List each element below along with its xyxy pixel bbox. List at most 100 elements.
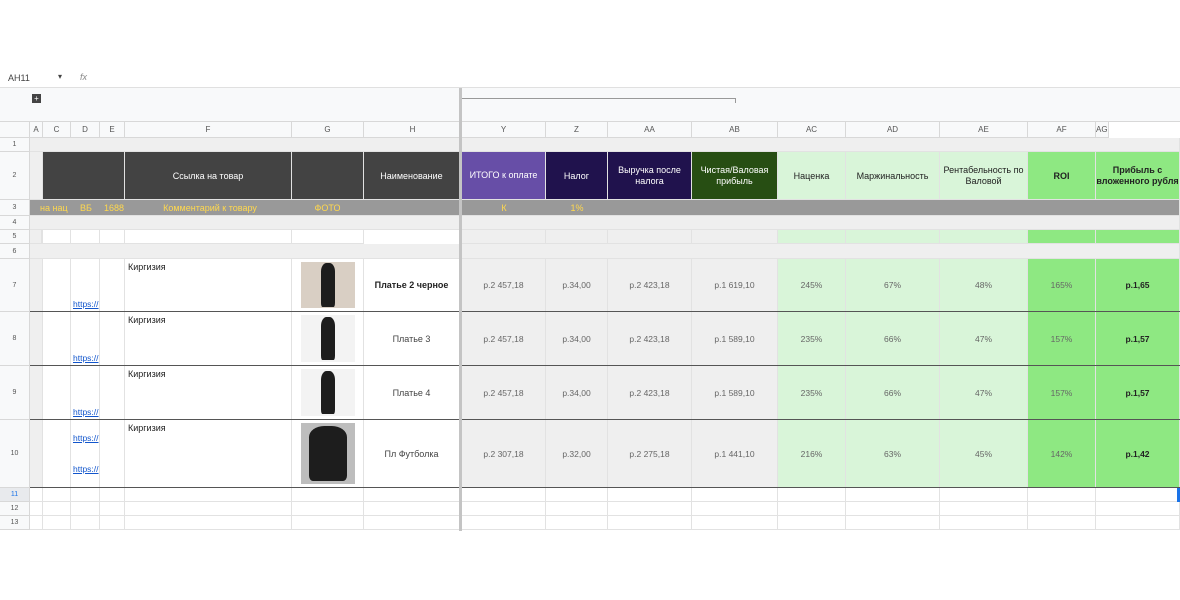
blank-cell[interactable] xyxy=(462,230,546,244)
row-number[interactable]: 6 xyxy=(0,244,30,259)
blank-cell[interactable] xyxy=(43,488,71,502)
cell-e[interactable] xyxy=(100,366,125,420)
group-bracket[interactable] xyxy=(462,98,736,103)
blank-cell[interactable] xyxy=(364,516,462,530)
column-header-c[interactable]: C xyxy=(43,122,71,138)
product-link[interactable]: https:// xyxy=(73,464,99,474)
row-number[interactable]: 12 xyxy=(0,502,30,516)
blank-cell[interactable] xyxy=(940,488,1028,502)
value-profit[interactable]: р.1 589,10 xyxy=(692,366,778,420)
value-revenue[interactable]: р.2 423,18 xyxy=(608,366,692,420)
cell-a[interactable] xyxy=(30,312,43,366)
value-total[interactable]: р.2 457,18 xyxy=(462,366,546,420)
blank-cell[interactable] xyxy=(940,502,1028,516)
blank-cell[interactable] xyxy=(30,502,43,516)
product-link[interactable]: https:// xyxy=(73,299,99,309)
column-header-e[interactable]: E xyxy=(100,122,125,138)
blank-cell[interactable] xyxy=(125,516,292,530)
value-tax[interactable]: р.34,00 xyxy=(546,312,608,366)
link-cell[interactable]: https:// xyxy=(71,366,100,420)
value-tax[interactable]: р.34,00 xyxy=(546,259,608,312)
link-cell[interactable]: https:// xyxy=(71,312,100,366)
blank-cell[interactable] xyxy=(292,502,364,516)
column-header-h[interactable]: H xyxy=(364,122,462,138)
column-header-ag[interactable]: AG xyxy=(1096,122,1109,138)
header-photo[interactable] xyxy=(292,152,364,200)
blank-cell[interactable] xyxy=(546,502,608,516)
value-revenue[interactable]: р.2 423,18 xyxy=(608,312,692,366)
comment-cell[interactable]: Киргизия xyxy=(125,259,292,312)
column-header-ad[interactable]: AD xyxy=(846,122,940,138)
blank-cell[interactable] xyxy=(71,230,100,244)
cell-e[interactable] xyxy=(100,312,125,366)
header-profitability[interactable]: Рентабельность по Валовой xyxy=(940,152,1028,200)
value-revenue[interactable]: р.2 275,18 xyxy=(608,420,692,488)
row3-nac[interactable]: на нац xyxy=(34,200,74,216)
comment-cell[interactable]: Киргизия xyxy=(125,312,292,366)
value-ppr[interactable]: р.1,42 xyxy=(1096,420,1180,488)
cell-a[interactable] xyxy=(30,420,43,488)
blank-cell[interactable] xyxy=(546,516,608,530)
column-header-y[interactable]: Y xyxy=(462,122,546,138)
cell-c[interactable] xyxy=(43,312,71,366)
blank-cell[interactable] xyxy=(1028,488,1096,502)
column-header-ae[interactable]: AE xyxy=(940,122,1028,138)
blank-cell[interactable] xyxy=(462,502,546,516)
blank-cell[interactable] xyxy=(71,488,100,502)
value-margin[interactable]: 66% xyxy=(846,312,940,366)
product-link[interactable]: https:// xyxy=(73,353,99,363)
header-profit-per-ruble[interactable]: Прибыль с вложенного рубля xyxy=(1096,152,1180,200)
freeze-divider[interactable] xyxy=(459,88,462,531)
blank-cell[interactable] xyxy=(778,502,846,516)
header-blank[interactable] xyxy=(43,152,125,200)
row3-wb[interactable]: ВБ xyxy=(77,200,95,216)
value-profitability[interactable]: 45% xyxy=(940,420,1028,488)
value-profit[interactable]: р.1 441,10 xyxy=(692,420,778,488)
column-header-ac[interactable]: AC xyxy=(778,122,846,138)
blank-cell[interactable] xyxy=(692,516,778,530)
value-roi[interactable]: 157% xyxy=(1028,366,1096,420)
blank-cell[interactable] xyxy=(546,230,608,244)
cell-c[interactable] xyxy=(43,366,71,420)
row-number[interactable]: 10 xyxy=(0,420,30,488)
blank-cell[interactable] xyxy=(846,230,940,244)
blank-cell[interactable] xyxy=(1096,488,1180,502)
column-header-g[interactable]: G xyxy=(292,122,364,138)
blank-cell[interactable] xyxy=(364,502,462,516)
link-cell[interactable]: https:// xyxy=(71,259,100,312)
value-profit[interactable]: р.1 619,10 xyxy=(692,259,778,312)
value-revenue[interactable]: р.2 423,18 xyxy=(608,259,692,312)
blank-cell[interactable] xyxy=(1028,230,1096,244)
link-cell[interactable]: https:// https:// xyxy=(71,420,100,488)
cell-c[interactable] xyxy=(43,420,71,488)
comment-cell[interactable]: Киргизия xyxy=(125,366,292,420)
blank-cell[interactable] xyxy=(43,502,71,516)
row3-1688[interactable]: 1688 xyxy=(102,200,126,216)
blank-cell[interactable] xyxy=(100,488,125,502)
row-number[interactable]: 9 xyxy=(0,366,30,420)
cell-a[interactable] xyxy=(30,366,43,420)
value-total[interactable]: р.2 307,18 xyxy=(462,420,546,488)
blank-cell[interactable] xyxy=(1096,516,1180,530)
blank-cell[interactable] xyxy=(125,502,292,516)
product-name[interactable]: Платье 4 xyxy=(364,366,460,420)
header-tax[interactable]: Налог xyxy=(546,152,608,200)
value-roi[interactable]: 157% xyxy=(1028,312,1096,366)
value-markup[interactable]: 235% xyxy=(778,312,846,366)
column-header-z[interactable]: Z xyxy=(546,122,608,138)
value-tax[interactable]: р.34,00 xyxy=(546,366,608,420)
cell-c[interactable] xyxy=(43,259,71,312)
comment-cell[interactable]: Киргизия xyxy=(125,420,292,488)
value-margin[interactable]: 63% xyxy=(846,420,940,488)
header-markup[interactable]: Наценка xyxy=(778,152,846,200)
value-ppr[interactable]: р.1,65 xyxy=(1096,259,1180,312)
header-profit[interactable]: Чистая/Валовая прибыль xyxy=(692,152,778,200)
header-revenue[interactable]: Выручка после налога xyxy=(608,152,692,200)
row3-photo[interactable]: ФОТО xyxy=(300,200,355,216)
column-header-f[interactable]: F xyxy=(125,122,292,138)
row3-comment[interactable]: Комментарий к товару xyxy=(140,200,280,216)
blank-cell[interactable] xyxy=(846,502,940,516)
blank-cell[interactable] xyxy=(1096,502,1180,516)
blank-cell[interactable] xyxy=(1096,230,1180,244)
blank-cell[interactable] xyxy=(846,488,940,502)
